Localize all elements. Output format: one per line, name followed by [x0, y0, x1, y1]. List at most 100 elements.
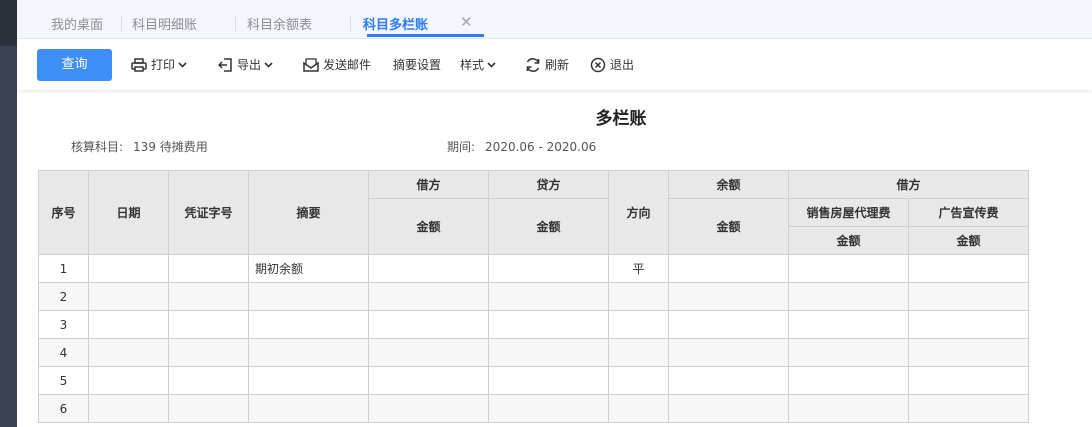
tab-bar: 我的桌面 科目明细账 科目余额表 科目多栏账 ✕	[17, 0, 1092, 39]
row-seq: 5	[38, 366, 89, 395]
style-dropdown[interactable]: 样式	[460, 56, 496, 74]
row-voucher	[168, 254, 249, 283]
row-date	[88, 282, 169, 311]
style-label: 样式	[460, 58, 485, 72]
tab-account-balance[interactable]: 科目余额表	[247, 14, 312, 36]
row-sales-agency	[788, 338, 909, 367]
refresh-icon	[526, 58, 540, 72]
table-row[interactable]: 5	[38, 366, 1029, 395]
row-summary: 期初余额	[248, 254, 369, 283]
row-advertising	[908, 366, 1029, 395]
header-balance: 余额	[668, 170, 789, 199]
row-credit	[488, 310, 609, 339]
period-info: 期间: 2020.06 - 2020.06	[447, 138, 596, 155]
refresh-label: 刷新	[545, 58, 570, 72]
row-summary	[248, 338, 369, 367]
tab-desktop[interactable]: 我的桌面	[51, 14, 103, 36]
row-credit	[488, 394, 609, 423]
tab-divider	[121, 16, 122, 31]
header-credit-amount: 金额	[488, 198, 609, 255]
summary-settings-label: 摘要设置	[393, 58, 442, 72]
row-sales-agency	[788, 394, 909, 423]
row-balance	[668, 366, 789, 395]
left-sidebar-top	[0, 0, 17, 46]
refresh-button[interactable]: 刷新	[525, 56, 569, 74]
tab-divider	[350, 16, 351, 31]
row-seq: 3	[38, 310, 89, 339]
row-credit	[488, 282, 609, 311]
header-credit: 贷方	[488, 170, 609, 199]
period-label: 期间:	[447, 140, 476, 154]
row-sales-agency	[788, 254, 909, 283]
send-email-button[interactable]: 发送邮件	[303, 56, 371, 74]
left-sidebar-strip	[0, 0, 17, 427]
row-debit	[368, 282, 489, 311]
row-debit	[368, 338, 489, 367]
print-button[interactable]: 打印	[131, 56, 187, 74]
header-voucher[interactable]: 凭证字号	[168, 170, 249, 255]
row-summary	[248, 310, 369, 339]
row-seq: 2	[38, 282, 89, 311]
print-label: 打印	[151, 58, 176, 72]
table-row[interactable]: 1 期初余额 平	[38, 254, 1029, 283]
row-credit	[488, 338, 609, 367]
header-balance-amount: 金额	[668, 198, 789, 255]
export-button[interactable]: 导出	[218, 56, 273, 74]
row-direction: 平	[608, 254, 669, 283]
table-row[interactable]: 3	[38, 310, 1029, 339]
row-seq: 4	[38, 338, 89, 367]
row-advertising	[908, 282, 1029, 311]
period-value: 2020.06 - 2020.06	[485, 140, 597, 154]
row-direction	[608, 338, 669, 367]
header-sales-agency-amount: 金额	[788, 226, 909, 255]
row-advertising	[908, 394, 1029, 423]
row-debit	[368, 394, 489, 423]
header-advertising-fee: 广告宣传费	[908, 198, 1029, 227]
close-icon[interactable]: ✕	[460, 13, 473, 31]
row-voucher	[168, 394, 249, 423]
row-advertising	[908, 338, 1029, 367]
table-row[interactable]: 2	[38, 282, 1029, 311]
row-summary	[248, 282, 369, 311]
row-date	[88, 310, 169, 339]
tab-divider	[235, 16, 236, 31]
row-credit	[488, 254, 609, 283]
account-value: 139 待摊费用	[133, 140, 208, 154]
row-date	[88, 394, 169, 423]
row-sales-agency	[788, 366, 909, 395]
header-date[interactable]: 日期	[88, 170, 169, 255]
report-title: 多栏账	[595, 109, 647, 129]
chevron-down-icon	[178, 62, 187, 68]
exit-button[interactable]: 退出	[590, 56, 634, 74]
table-row[interactable]: 6	[38, 394, 1029, 423]
tab-multi-column-ledger[interactable]: 科目多栏账	[363, 14, 428, 36]
exit-label: 退出	[610, 58, 635, 72]
export-icon	[218, 58, 232, 72]
row-summary	[248, 394, 369, 423]
account-info: 核算科目: 139 待摊费用	[71, 138, 208, 155]
row-voucher	[168, 310, 249, 339]
row-balance	[668, 394, 789, 423]
header-debit-group: 借方	[788, 170, 1029, 199]
row-date	[88, 366, 169, 395]
row-credit	[488, 366, 609, 395]
printer-icon	[131, 58, 147, 72]
query-button[interactable]: 查询	[37, 49, 112, 81]
summary-settings-button[interactable]: 摘要设置	[393, 56, 441, 74]
row-advertising	[908, 254, 1029, 283]
table-row[interactable]: 4	[38, 338, 1029, 367]
row-date	[88, 338, 169, 367]
export-label: 导出	[237, 58, 262, 72]
close-circle-icon	[590, 57, 606, 73]
row-balance	[668, 282, 789, 311]
row-direction	[608, 282, 669, 311]
row-sales-agency	[788, 310, 909, 339]
row-balance	[668, 338, 789, 367]
header-seq: 序号	[38, 170, 89, 255]
account-label: 核算科目:	[71, 140, 124, 154]
tab-account-detail[interactable]: 科目明细账	[132, 14, 197, 36]
row-balance	[668, 310, 789, 339]
row-sales-agency	[788, 282, 909, 311]
row-seq: 1	[38, 254, 89, 283]
row-date	[88, 254, 169, 283]
